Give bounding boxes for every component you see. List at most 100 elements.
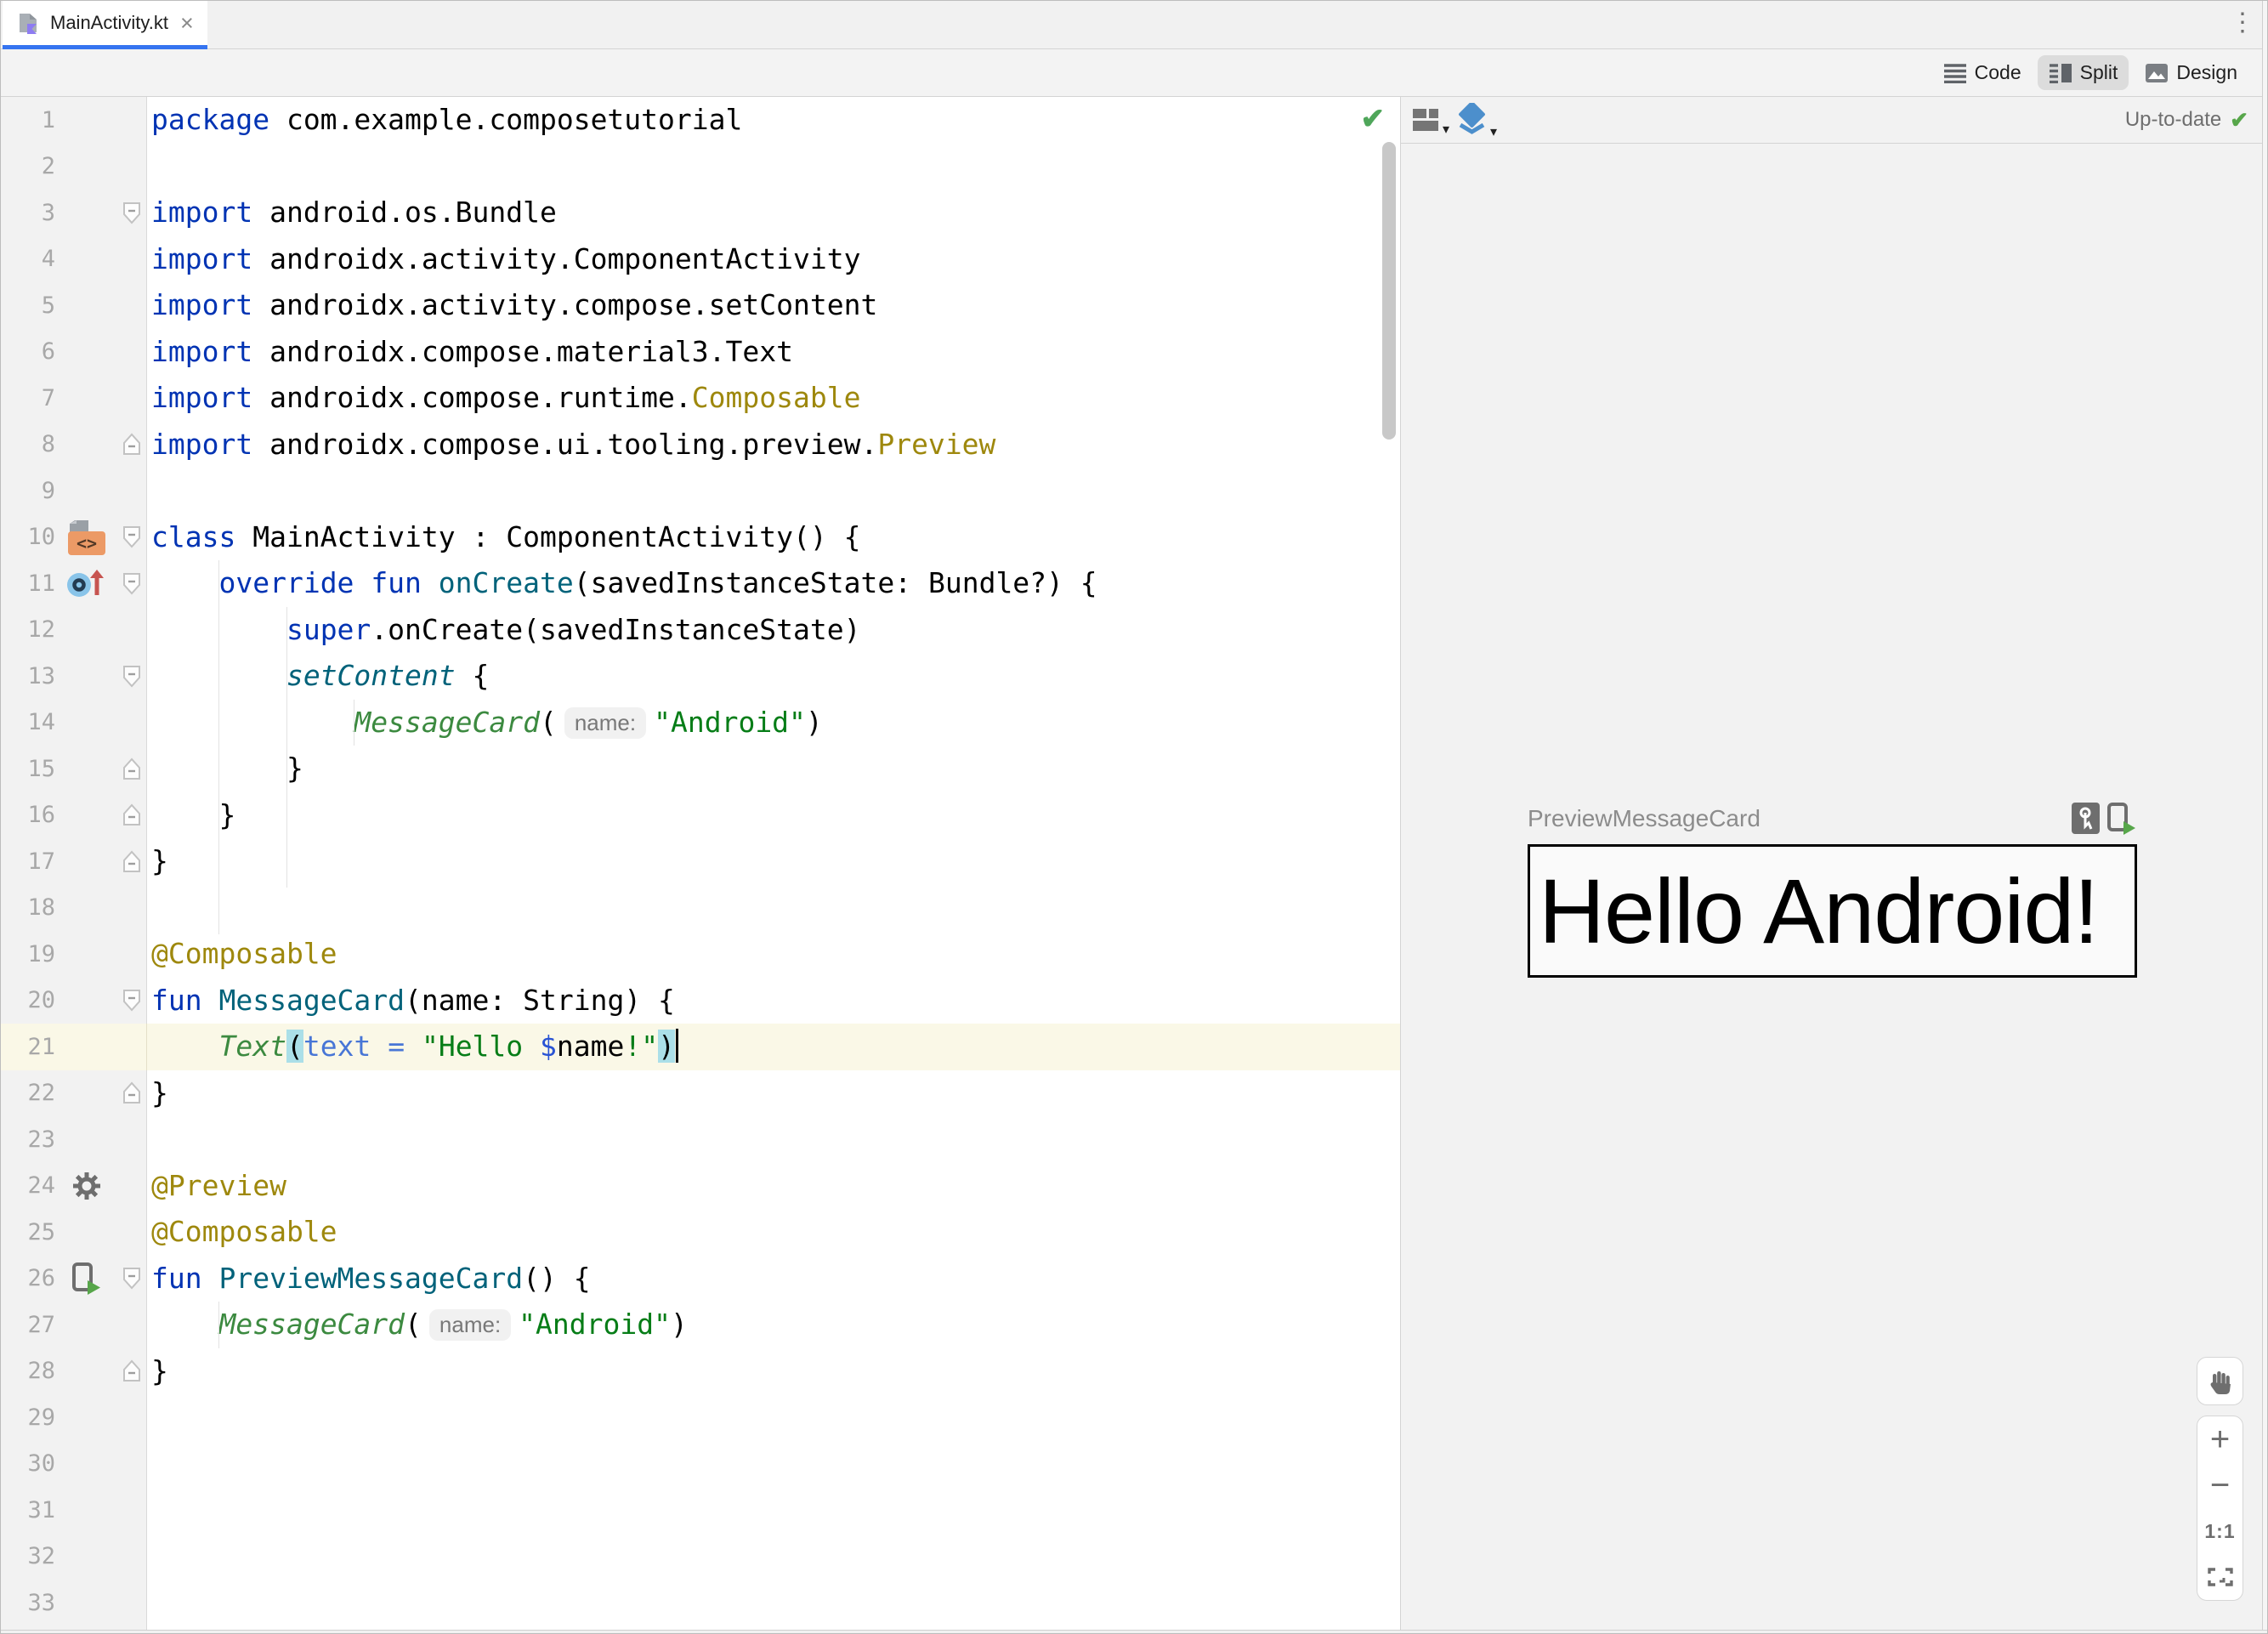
code-line[interactable]: 31: [1, 1487, 1400, 1534]
code-text[interactable]: [147, 1534, 1400, 1580]
code-line[interactable]: 1 package com.example.composetutorial: [1, 97, 1400, 144]
code-line[interactable]: 9: [1, 468, 1400, 514]
fold-marker[interactable]: [118, 1359, 145, 1382]
zoom-actual-size-button[interactable]: 1:1: [2197, 1508, 2242, 1554]
code-text[interactable]: [147, 1394, 1400, 1441]
layout-and-code-icon[interactable]: <>: [68, 519, 105, 555]
code-line[interactable]: 22}: [1, 1069, 1400, 1117]
code-editor[interactable]: 1 package com.example.composetutorial 2 3 im…: [1, 97, 1400, 1633]
run-preview-icon[interactable]: [2106, 803, 2137, 839]
code-text[interactable]: import android.os.Bundle: [147, 190, 1400, 236]
code-line[interactable]: 19 @Composable: [1, 931, 1400, 978]
code-line[interactable]: 27 MessageCard(name: "Android"): [1, 1302, 1400, 1348]
code-text[interactable]: }: [147, 792, 1400, 839]
editor-scrollbar-thumb[interactable]: [1382, 142, 1396, 440]
gear-icon[interactable]: [71, 1171, 102, 1201]
zoom-out-button[interactable]: −: [2197, 1462, 2242, 1508]
code-text[interactable]: [147, 468, 1400, 514]
code-line[interactable]: 30: [1, 1440, 1400, 1488]
fold-marker[interactable]: [118, 1267, 145, 1290]
code-text[interactable]: class MainActivity : ComponentActivity()…: [147, 514, 1400, 561]
code-line[interactable]: 6 import androidx.compose.material3.Text: [1, 328, 1400, 376]
code-line[interactable]: 33: [1, 1580, 1400, 1626]
run-preview-device-icon[interactable]: [71, 1262, 102, 1295]
code-text[interactable]: @Preview: [147, 1163, 1400, 1210]
code-text[interactable]: import androidx.compose.ui.tooling.previ…: [147, 422, 1400, 468]
zoom-to-fit-button[interactable]: [2197, 1554, 2242, 1600]
code-text[interactable]: }: [147, 746, 1400, 792]
code-line[interactable]: 5 import androidx.activity.compose.setCon…: [1, 282, 1400, 329]
code-text[interactable]: package com.example.composetutorial: [147, 97, 1400, 144]
code-text[interactable]: @Composable: [147, 931, 1400, 978]
fold-marker[interactable]: [118, 525, 145, 548]
code-text[interactable]: }: [147, 1070, 1400, 1117]
split-mode-button[interactable]: Split: [2037, 55, 2129, 90]
design-mode-button[interactable]: Design: [2134, 55, 2248, 90]
code-line[interactable]: 4 import androidx.activity.ComponentActiv…: [1, 235, 1400, 283]
code-text[interactable]: [147, 144, 1400, 190]
close-tab-icon[interactable]: ×: [180, 11, 194, 35]
code-text[interactable]: import androidx.compose.material3.Text: [147, 329, 1400, 376]
inspections-ok-check-icon[interactable]: ✔: [1361, 102, 1386, 136]
code-text[interactable]: [147, 1487, 1400, 1534]
code-text[interactable]: setContent {: [147, 653, 1400, 700]
code-text[interactable]: super.onCreate(savedInstanceState): [147, 607, 1400, 654]
code-line[interactable]: 17}: [1, 838, 1400, 885]
layers-icon[interactable]: ▾: [1455, 103, 1497, 139]
code-line[interactable]: 16 }: [1, 791, 1400, 839]
code-line[interactable]: 21 Text(text = "Hello $name!"): [1, 1024, 1400, 1070]
zoom-in-button[interactable]: +: [2197, 1416, 2242, 1462]
pan-tool-button[interactable]: [2197, 1357, 2243, 1405]
code-line[interactable]: 25 @Composable: [1, 1209, 1400, 1256]
fold-marker[interactable]: [118, 665, 145, 688]
code-line[interactable]: 15 }: [1, 746, 1400, 792]
code-text[interactable]: import androidx.activity.compose.setCont…: [147, 282, 1400, 329]
fold-marker[interactable]: [118, 433, 145, 456]
code-text[interactable]: }: [147, 1348, 1400, 1395]
override-method-icon[interactable]: [65, 566, 109, 600]
code-line[interactable]: 12 super.onCreate(savedInstanceState): [1, 606, 1400, 654]
code-text[interactable]: @Composable: [147, 1209, 1400, 1256]
fold-marker[interactable]: [118, 1081, 145, 1104]
tab-mainactivity[interactable]: MainActivity.kt ×: [3, 1, 207, 49]
compose-preview-surface[interactable]: Hello Android!: [1528, 844, 2137, 978]
code-text[interactable]: MessageCard(name: "Android"): [147, 1302, 1400, 1348]
code-text[interactable]: import androidx.activity.ComponentActivi…: [147, 236, 1400, 283]
code-line[interactable]: 23: [1, 1116, 1400, 1163]
code-line[interactable]: 8 import androidx.compose.ui.tooling.prev…: [1, 421, 1400, 468]
code-text[interactable]: [147, 1580, 1400, 1626]
code-text[interactable]: [147, 1116, 1400, 1163]
code-line[interactable]: 10 <> class MainActivity : ComponentActivi…: [1, 513, 1400, 561]
code-text[interactable]: import androidx.compose.runtime.Composab…: [147, 375, 1400, 422]
interactive-mode-icon[interactable]: [2072, 803, 2100, 838]
code-line[interactable]: 11 override fun onCreate(savedInstanceSt…: [1, 560, 1400, 607]
code-text[interactable]: Text(text = "Hello $name!"): [147, 1024, 1400, 1070]
code-text[interactable]: }: [147, 838, 1400, 885]
code-text[interactable]: [147, 885, 1400, 932]
fold-marker[interactable]: [118, 850, 145, 873]
code-text[interactable]: [147, 1441, 1400, 1488]
kebab-menu-icon[interactable]: ⋮: [2230, 8, 2255, 37]
grid-view-icon[interactable]: ▾: [1411, 105, 1449, 137]
code-line[interactable]: 32: [1, 1533, 1400, 1580]
fold-marker[interactable]: [118, 803, 145, 826]
code-line[interactable]: 20 fun MessageCard(name: String) {: [1, 977, 1400, 1024]
code-line[interactable]: 7 import androidx.compose.runtime.Composa…: [1, 375, 1400, 422]
code-text[interactable]: MessageCard(name: "Android"): [147, 700, 1400, 746]
code-line[interactable]: 26 fun PreviewMessageCard() {: [1, 1255, 1400, 1302]
code-line[interactable]: 18: [1, 884, 1400, 932]
fold-marker[interactable]: [118, 757, 145, 780]
fold-marker[interactable]: [118, 572, 145, 595]
code-line[interactable]: 13 setContent {: [1, 653, 1400, 700]
code-line[interactable]: 28}: [1, 1347, 1400, 1395]
code-line[interactable]: 3 import android.os.Bundle: [1, 190, 1400, 236]
fold-marker[interactable]: [118, 201, 145, 224]
code-line[interactable]: 14 MessageCard(name: "Android"): [1, 699, 1400, 746]
code-text[interactable]: override fun onCreate(savedInstanceState…: [147, 560, 1400, 607]
code-text[interactable]: fun PreviewMessageCard() {: [147, 1256, 1400, 1302]
preview-name-label[interactable]: PreviewMessageCard: [1528, 805, 1761, 832]
code-line[interactable]: 29: [1, 1394, 1400, 1441]
code-text[interactable]: fun MessageCard(name: String) {: [147, 978, 1400, 1024]
code-line[interactable]: 24 @Preview: [1, 1162, 1400, 1210]
fold-marker[interactable]: [118, 989, 145, 1012]
